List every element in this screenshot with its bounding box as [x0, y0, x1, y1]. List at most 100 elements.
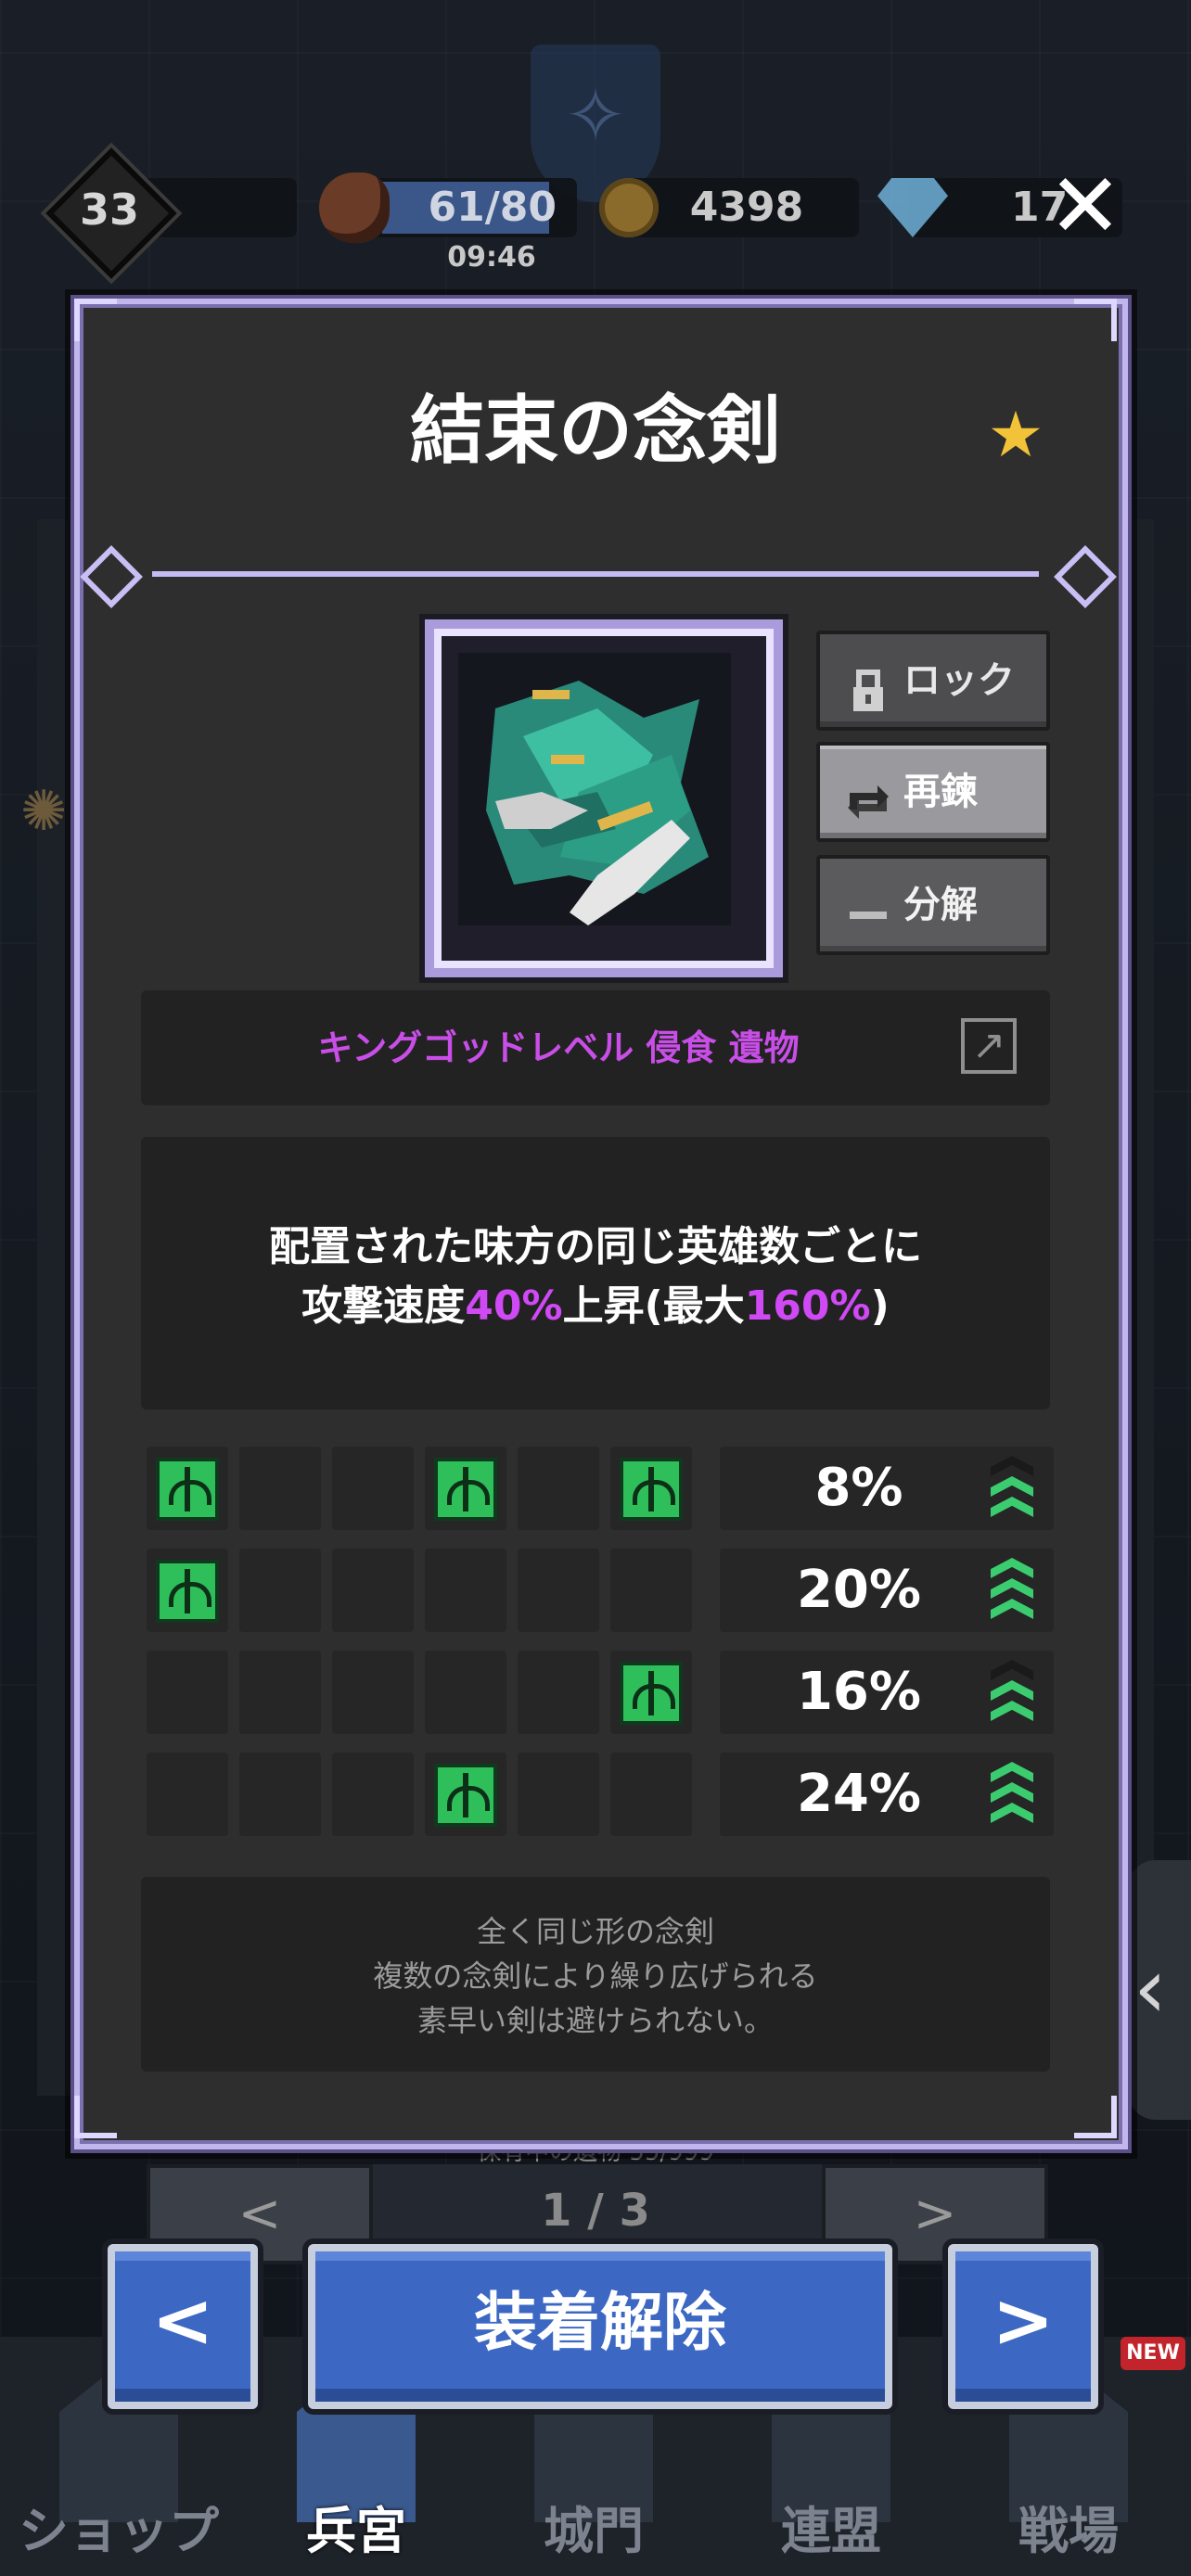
stat-value: 8%: [814, 1458, 903, 1518]
chevron-icon: [991, 1558, 1033, 1578]
nav-battlefield-label: 戦場: [1018, 2502, 1119, 2560]
nav-barracks-label: 兵宮: [306, 2502, 406, 2560]
tier-chevron-icon: [991, 1660, 1033, 1725]
unit-slot: [147, 1447, 228, 1530]
reforge-label: 再鍊: [903, 771, 978, 813]
eagle-emblem-icon: ✧: [564, 72, 627, 159]
background-wall-left: [37, 519, 74, 2096]
close-icon[interactable]: ✕: [1039, 159, 1132, 252]
relic-sword-icon: [458, 653, 731, 925]
archer-unit-icon: [620, 1662, 683, 1725]
coin-icon: [599, 178, 659, 237]
frame-corner: [74, 2096, 117, 2138]
unit-slot: [610, 1447, 692, 1530]
chevron-icon: [991, 1578, 1033, 1599]
archer-unit-icon: [156, 1560, 219, 1623]
player-level: 33: [79, 185, 139, 235]
chevron-icon: [991, 1456, 1033, 1476]
stat-value: 16%: [796, 1662, 922, 1722]
unit-slot: [332, 1549, 414, 1632]
unit-slot: [518, 1753, 599, 1836]
meat-icon: [319, 172, 390, 243]
unit-slot: [332, 1651, 414, 1734]
unit-slot: [518, 1447, 599, 1530]
unit-slot: [239, 1651, 321, 1734]
page-indicator: 1 / 3: [541, 2185, 650, 2237]
flavor-line-2: 複数の念剣により繰り広げられる: [373, 1958, 818, 1994]
unit-slot: [332, 1753, 414, 1836]
chevron-left-icon: ‹: [1133, 1940, 1167, 2037]
expand-icon[interactable]: ↗: [961, 1018, 1017, 1074]
unit-slot: [147, 1549, 228, 1632]
unit-slot: [147, 1651, 228, 1734]
chevron-icon: [991, 1803, 1033, 1823]
description-text: ): [870, 1282, 890, 1330]
unit-slot: [610, 1753, 692, 1836]
chevron-icon: [991, 1497, 1033, 1517]
unequip-button[interactable]: 装着解除: [308, 2244, 892, 2409]
archer-unit-icon: [434, 1764, 497, 1827]
new-badge: NEW: [1121, 2337, 1185, 2370]
flavor-line-1: 全く同じ形の念剣: [476, 1914, 714, 1949]
chevron-icon: [991, 1599, 1033, 1619]
chevron-icon: [991, 1680, 1033, 1701]
lock-icon: [844, 657, 892, 711]
unit-slot: [518, 1549, 599, 1632]
reforge-button[interactable]: 再鍊: [816, 742, 1050, 842]
description-line-1: 配置された味方の同じ英雄数ごとに: [269, 1223, 922, 1270]
unit-slot: [239, 1753, 321, 1836]
title-divider: [152, 571, 1039, 577]
archer-unit-icon: [620, 1458, 683, 1521]
frame-corner: [74, 299, 117, 341]
nav-gate-label: 城門: [544, 2502, 644, 2560]
favorite-star-icon[interactable]: ★: [983, 403, 1048, 468]
frame-corner: [1074, 2096, 1117, 2138]
unit-slot: [610, 1549, 692, 1632]
chevron-icon: [991, 1476, 1033, 1497]
frame-corner: [1074, 299, 1117, 341]
unit-slot: [239, 1447, 321, 1530]
chevron-icon: [991, 1762, 1033, 1782]
ornament-icon: ✺: [20, 779, 68, 844]
nav-alliance-label: 連盟: [781, 2502, 881, 2560]
description-line-2: 攻撃速度40%上昇(最大160%): [141, 1272, 1050, 1332]
chevron-icon: [991, 1782, 1033, 1803]
max-value: 160%: [744, 1282, 871, 1330]
archer-unit-icon: [434, 1458, 497, 1521]
lock-button[interactable]: ロック: [816, 631, 1050, 731]
dismantle-label: 分解: [903, 884, 978, 926]
reforge-icon: [844, 768, 892, 819]
stat-value: 20%: [796, 1560, 922, 1620]
next-item-button[interactable]: >: [948, 2244, 1098, 2409]
unit-slot: [425, 1447, 506, 1530]
tier-chevron-icon: [991, 1456, 1033, 1521]
flavor-line-3: 素早い剣は避けられない。: [416, 2003, 774, 2038]
description-text: 上昇(最大: [562, 1282, 745, 1330]
description-text: 攻撃速度: [301, 1282, 466, 1330]
unit-slot: [425, 1651, 506, 1734]
chevron-icon: [991, 1701, 1033, 1721]
attack-speed-value: 40%: [465, 1282, 563, 1330]
archer-unit-icon: [156, 1458, 219, 1521]
unit-slot: [147, 1753, 228, 1836]
unit-slot: [610, 1651, 692, 1734]
item-title: 結束の念剣: [410, 388, 781, 474]
unit-slot: [425, 1549, 506, 1632]
stamina-timer: 09:46: [447, 241, 536, 274]
unit-slot: [239, 1549, 321, 1632]
stamina-value: 61/80: [428, 184, 557, 231]
dismantle-button[interactable]: 分解: [816, 855, 1050, 955]
lock-label: ロック: [903, 659, 1015, 702]
stat-value: 24%: [796, 1764, 922, 1824]
unit-slot: [332, 1447, 414, 1530]
unit-slot: [425, 1753, 506, 1836]
chevron-icon: [991, 1660, 1033, 1680]
item-rank: キングゴッドレベル 侵食 遺物: [317, 1027, 800, 1068]
tier-chevron-icon: [991, 1558, 1033, 1623]
tier-chevron-icon: [991, 1762, 1033, 1827]
nav-shop-label: ショップ: [19, 2502, 219, 2560]
gold-value: 4398: [689, 184, 804, 231]
unit-slot: [518, 1651, 599, 1734]
minus-icon: [844, 881, 892, 929]
previous-item-button[interactable]: <: [108, 2244, 258, 2409]
